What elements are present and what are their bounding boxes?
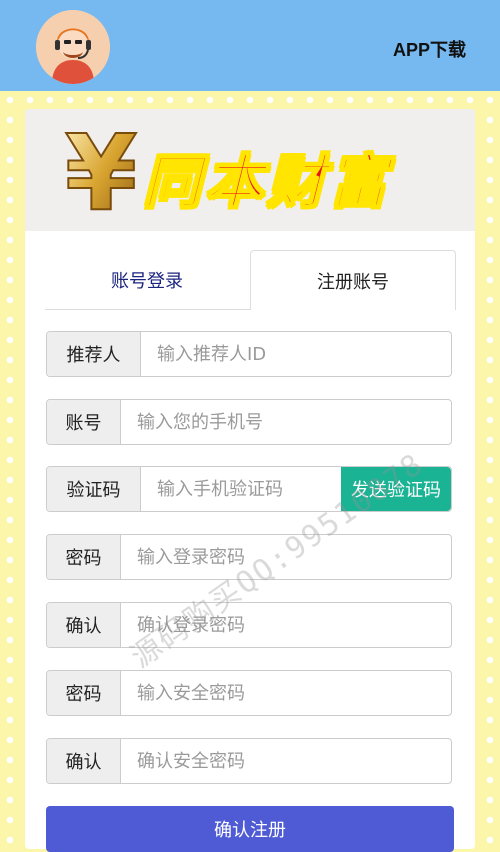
logo-banner: ¥ 同本财富 [25, 109, 475, 231]
referrer-input[interactable] [141, 332, 451, 376]
captcha-input[interactable] [141, 467, 341, 511]
tab-login[interactable]: 账号登录 [45, 251, 249, 309]
safe-confirm-row: 确认 [46, 738, 452, 784]
password-label: 密码 [47, 535, 121, 579]
account-input[interactable] [121, 400, 451, 444]
captcha-label: 验证码 [47, 467, 141, 511]
captcha-row: 验证码 发送验证码 [46, 466, 452, 512]
safe-confirm-label: 确认 [47, 739, 121, 783]
safe-confirm-input[interactable] [121, 739, 451, 783]
password-input[interactable] [121, 535, 451, 579]
auth-tabs: 账号登录 注册账号 [45, 250, 456, 310]
account-row: 账号 [46, 399, 452, 445]
customer-service-avatar-icon [36, 10, 110, 84]
account-label: 账号 [47, 400, 121, 444]
confirm-password-input[interactable] [121, 603, 451, 647]
safe-password-label: 密码 [47, 671, 121, 715]
send-code-button[interactable]: 发送验证码 [341, 467, 451, 511]
logo: ¥ 同本财富 [61, 117, 451, 225]
safe-password-input[interactable] [121, 671, 451, 715]
safe-password-row: 密码 [46, 670, 452, 716]
logo-text: 同本财富 [142, 147, 392, 217]
yuan-symbol-logo-icon: ¥ [64, 117, 138, 225]
avatar[interactable] [36, 10, 110, 84]
logo-symbol: ¥ [65, 117, 137, 225]
submit-register-button[interactable]: 确认注册 [46, 806, 454, 852]
referrer-row: 推荐人 [46, 331, 452, 377]
referrer-label: 推荐人 [47, 332, 141, 376]
app-download-link[interactable]: APP下载 [393, 36, 466, 62]
top-bar: APP下载 [0, 0, 500, 91]
confirm-password-row: 确认 [46, 602, 452, 648]
tab-register[interactable]: 注册账号 [250, 250, 456, 310]
confirm-password-label: 确认 [47, 603, 121, 647]
register-card: ¥ 同本财富 账号登录 注册账号 推荐人 账号 验证码 发送验证码 密码 确认 … [25, 109, 475, 852]
password-row: 密码 [46, 534, 452, 580]
